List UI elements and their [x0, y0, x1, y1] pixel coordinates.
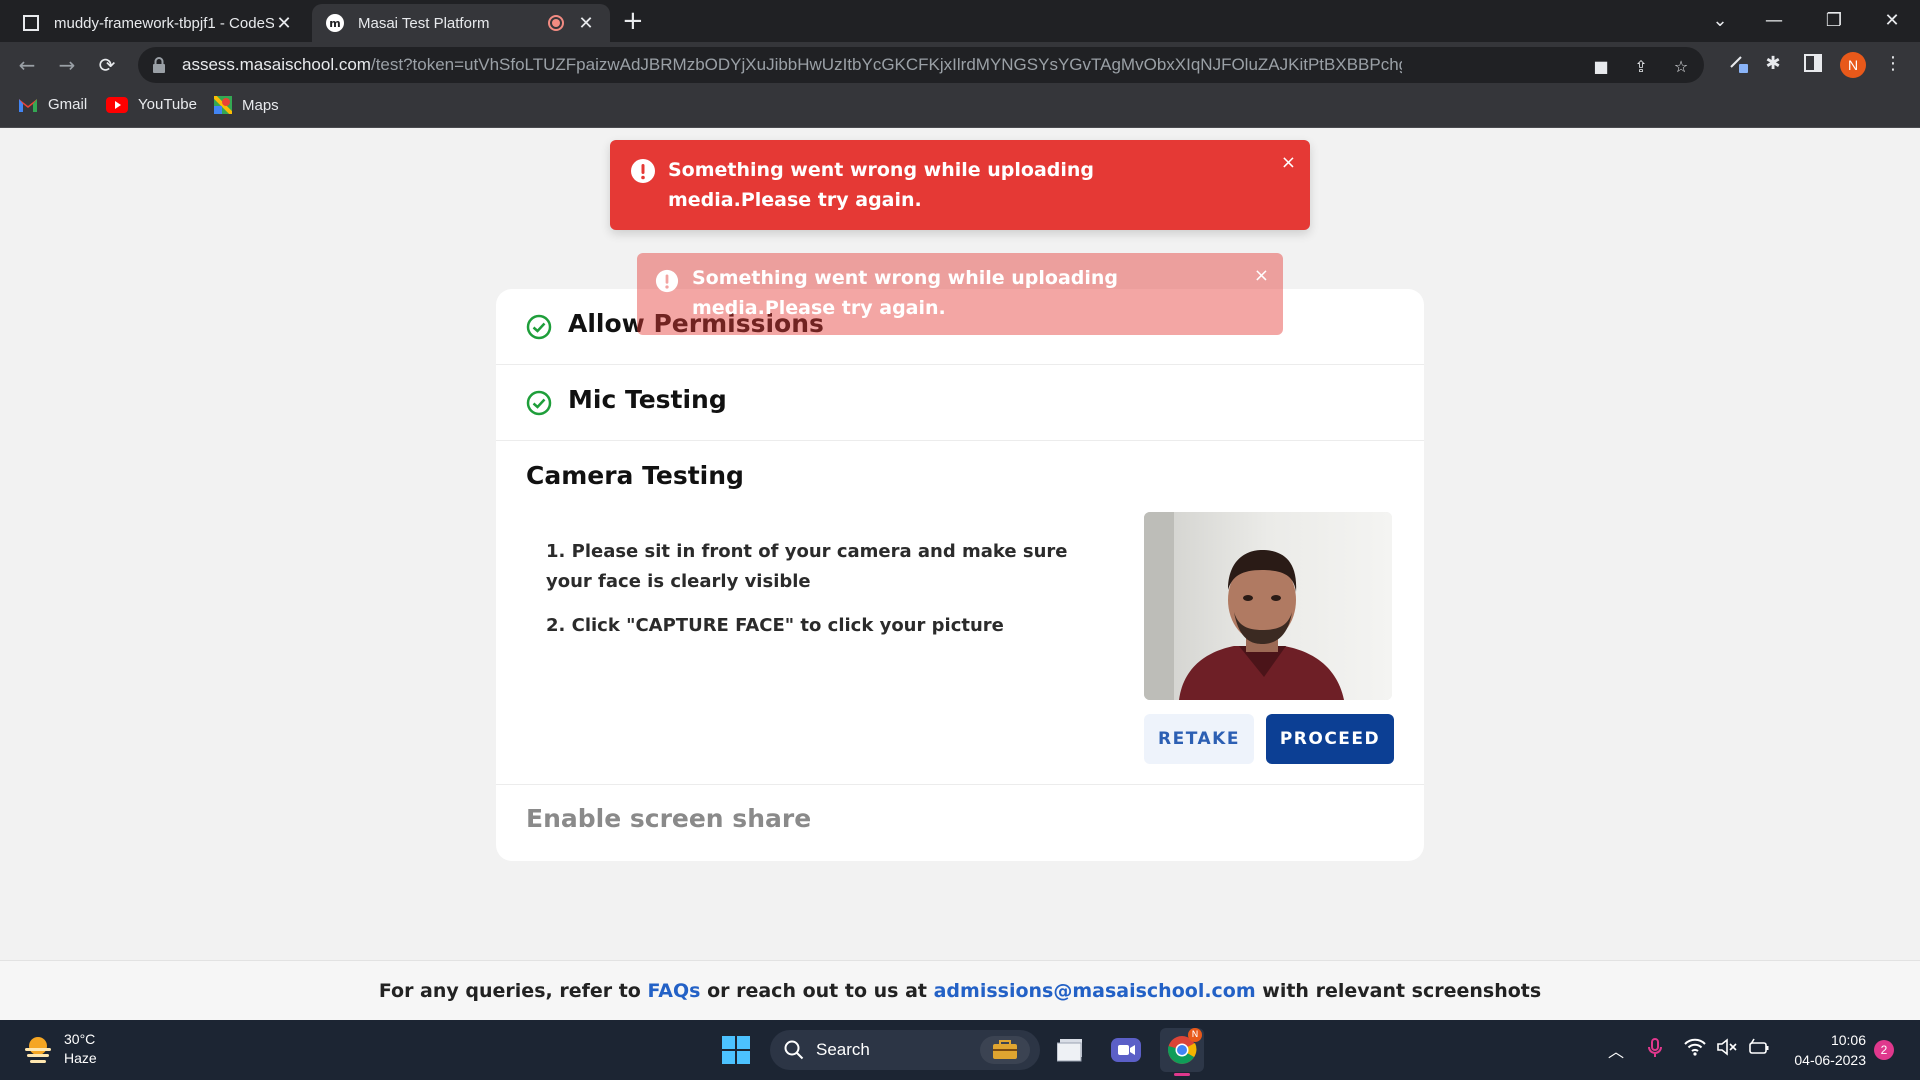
close-icon[interactable]: ×: [1281, 148, 1296, 178]
tab-masai-test-platform[interactable]: m Masai Test Platform ✕: [312, 4, 610, 42]
bookmark-maps[interactable]: Maps: [214, 96, 279, 114]
side-panel-icon[interactable]: [1800, 50, 1826, 76]
lock-icon: [153, 57, 165, 73]
haze-weather-icon: [25, 1037, 51, 1063]
bookmark-star-icon[interactable]: ☆: [1670, 55, 1692, 77]
profile-avatar[interactable]: N: [1840, 52, 1866, 78]
browser-menu-icon[interactable]: ⋮: [1880, 50, 1906, 76]
wifi-icon[interactable]: [1684, 1038, 1706, 1061]
temperature: 30°C: [64, 1031, 96, 1047]
close-icon[interactable]: ×: [1254, 261, 1269, 291]
help-footer: For any queries, refer to FAQs or reach …: [0, 960, 1920, 1020]
share-icon[interactable]: ⇪: [1630, 55, 1652, 77]
recording-icon: [548, 15, 564, 31]
codesandbox-icon: [23, 15, 39, 31]
forward-icon[interactable]: →: [52, 50, 82, 80]
taskbar: 30°C Haze Search N ︿ 10:06 04-06-2023 2: [0, 1020, 1920, 1080]
faq-link[interactable]: FAQs: [647, 980, 700, 1002]
camera-in-use-icon[interactable]: ■: [1590, 55, 1612, 77]
check-circle-icon: [526, 390, 552, 416]
taskbar-clock[interactable]: 10:06 04-06-2023: [1782, 1030, 1866, 1070]
weather-condition: Haze: [64, 1050, 97, 1066]
camera-preview: [1144, 512, 1392, 700]
url-text: assess.masaischool.com/test?token=utVhSf…: [182, 55, 1402, 74]
captured-face-image: [1144, 512, 1392, 700]
footer-text: or reach out to us at: [700, 979, 934, 1002]
close-icon[interactable]: ✕: [576, 13, 596, 34]
notification-badge[interactable]: 2: [1874, 1040, 1894, 1060]
extension-pin-icon[interactable]: [1726, 50, 1752, 76]
taskbar-search[interactable]: Search: [770, 1030, 1040, 1070]
clock-date: 04-06-2023: [1794, 1052, 1866, 1068]
teams-meet-icon[interactable]: [1104, 1028, 1148, 1072]
section-title-mic-testing: Mic Testing: [568, 385, 727, 414]
file-explorer-icon[interactable]: [1050, 1028, 1094, 1072]
check-circle-icon: [526, 314, 552, 340]
instruction-step: 2. Click "CAPTURE FACE" to click your pi…: [546, 615, 1004, 636]
toast-message: Something went wrong while uploading med…: [668, 159, 1095, 211]
error-icon: [655, 269, 679, 293]
new-tab-button[interactable]: +: [622, 8, 644, 34]
proceed-button[interactable]: PROCEED: [1266, 714, 1394, 764]
bookmark-gmail[interactable]: Gmail: [18, 96, 87, 113]
restore-button[interactable]: ❐: [1806, 0, 1862, 40]
back-icon[interactable]: ←: [12, 50, 42, 80]
battery-icon[interactable]: [1748, 1038, 1770, 1061]
footer-text: with relevant screenshots: [1255, 979, 1542, 1002]
error-toast: Something went wrong while uploading med…: [610, 140, 1310, 230]
close-icon[interactable]: ✕: [274, 13, 294, 34]
retake-button[interactable]: RETAKE: [1144, 714, 1254, 764]
weather-widget[interactable]: 30°C Haze: [22, 1030, 97, 1068]
masai-logo-icon: m: [326, 14, 344, 32]
toast-message: Something went wrong while uploading med…: [692, 267, 1119, 319]
footer-text: For any queries, refer to: [378, 979, 648, 1002]
section-title-enable-screen-share[interactable]: Enable screen share: [526, 804, 811, 833]
tab-search-chevron-icon[interactable]: ⌄: [1692, 0, 1748, 40]
minimize-button[interactable]: —: [1746, 0, 1802, 40]
section-title-camera-testing: Camera Testing: [526, 461, 744, 490]
test-platform-page: Allow Permissions Mic Testing Camera Tes…: [0, 128, 1920, 1020]
svg-text:m: m: [329, 17, 340, 30]
bookmark-youtube[interactable]: YouTube: [106, 96, 197, 113]
speaker-muted-icon[interactable]: [1716, 1038, 1738, 1061]
window-close-button[interactable]: ✕: [1864, 0, 1920, 40]
clock-time: 10:06: [1830, 1032, 1866, 1048]
chrome-taskbar-icon[interactable]: N: [1160, 1028, 1204, 1076]
tab-title: Masai Test Platform: [358, 14, 490, 32]
bookmarks-bar: Gmail YouTube Maps: [0, 88, 1920, 128]
maps-icon: [214, 96, 232, 114]
camera-instructions: 1. Please sit in front of your camera an…: [546, 537, 1106, 655]
setup-card: Allow Permissions Mic Testing Camera Tes…: [496, 289, 1424, 861]
tab-codesandbox[interactable]: muddy-framework-tbpjf1 - CodeSandbox ✕: [8, 4, 308, 42]
email-link[interactable]: admissions@masaischool.com: [934, 980, 1256, 1002]
tab-title: muddy-framework-tbpjf1 - CodeSandbox: [54, 14, 274, 32]
browser-tabstrip: muddy-framework-tbpjf1 - CodeSandbox ✕ m…: [0, 0, 1920, 42]
profile-badge-icon: N: [1188, 1028, 1202, 1042]
reload-icon[interactable]: ⟳: [92, 50, 122, 80]
mic-testing-section[interactable]: Mic Testing: [496, 365, 1424, 441]
error-icon: [631, 159, 655, 183]
instruction-step: 1. Please sit in front of your camera an…: [546, 541, 1068, 592]
windows-start-icon[interactable]: [714, 1028, 758, 1072]
youtube-icon: [106, 96, 128, 113]
browser-toolbar: ← → ⟳ assess.masaischool.com/test?token=…: [0, 42, 1920, 88]
error-toast: Something went wrong while uploading med…: [637, 253, 1283, 335]
search-label: Search: [816, 1040, 870, 1059]
gmail-icon: [19, 98, 37, 112]
active-app-indicator: [1174, 1073, 1190, 1076]
address-bar[interactable]: assess.masaischool.com/test?token=utVhSf…: [138, 47, 1704, 83]
microphone-icon[interactable]: [1648, 1038, 1662, 1063]
show-hidden-icons-chevron[interactable]: ︿: [1608, 1038, 1624, 1062]
search-icon: [784, 1040, 804, 1060]
briefcase-icon: [980, 1036, 1030, 1064]
extensions-puzzle-icon[interactable]: ✱: [1760, 50, 1786, 76]
